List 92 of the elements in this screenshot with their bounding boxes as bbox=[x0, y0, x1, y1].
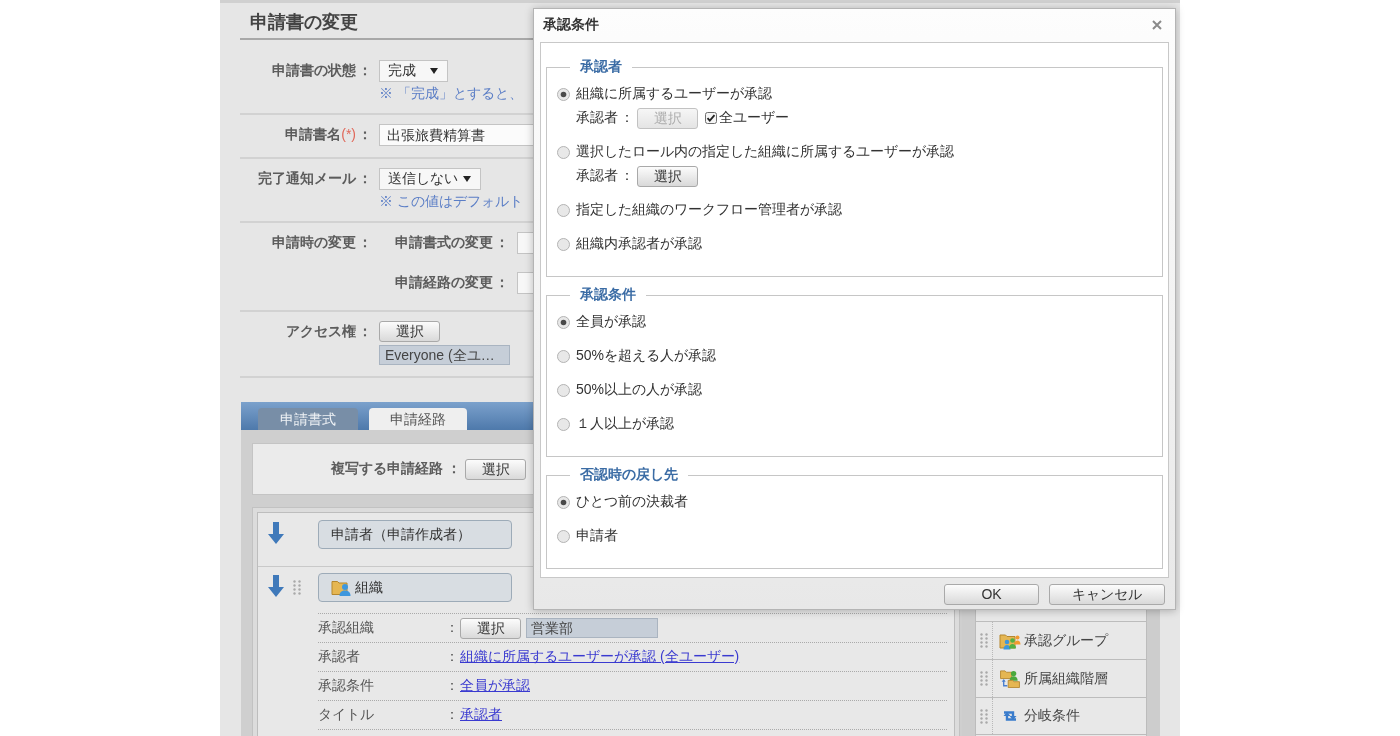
checkbox-label: 全ユーザー bbox=[719, 109, 789, 127]
select-field[interactable] bbox=[517, 272, 533, 294]
radio-button[interactable] bbox=[557, 417, 570, 431]
label-colon: ： bbox=[445, 619, 459, 637]
palette-item[interactable]: 所属組織階層 bbox=[976, 659, 1146, 697]
folder-hierarchy-icon bbox=[999, 669, 1021, 688]
select-button[interactable]: 選択 bbox=[465, 458, 526, 480]
radio-button[interactable] bbox=[557, 383, 570, 397]
note-text: ※ 「完成」とすると、 bbox=[379, 85, 523, 102]
folder-person-icon bbox=[331, 579, 351, 596]
field-label: 完了通知メール bbox=[258, 170, 356, 188]
tab[interactable]: 申請経路 bbox=[369, 408, 467, 430]
page-title: 申請書の変更 bbox=[250, 12, 358, 32]
label-colon: ： bbox=[445, 706, 459, 724]
note-text: ※ この値はデフォルト bbox=[379, 193, 523, 210]
value-field: 営業部 bbox=[526, 618, 658, 638]
radio-button[interactable] bbox=[557, 87, 570, 101]
down-arrow-icon bbox=[268, 575, 284, 597]
radio-button[interactable] bbox=[557, 349, 570, 363]
select-button[interactable]: 選択 bbox=[637, 165, 698, 187]
palette-item[interactable]: 分岐条件 bbox=[976, 697, 1146, 735]
radio-button[interactable] bbox=[557, 315, 570, 329]
radio-button[interactable] bbox=[557, 529, 570, 543]
route-node[interactable]: 申請者（申請作成者） bbox=[318, 520, 512, 549]
drag-handle-icon[interactable] bbox=[293, 580, 301, 595]
select-field[interactable] bbox=[517, 232, 533, 254]
radio-button[interactable] bbox=[557, 203, 570, 217]
detail-label: 承認者 bbox=[318, 648, 361, 666]
option-label: 指定した組織のワークフロー管理者が承認 bbox=[576, 201, 842, 219]
detail-label: 承認組織 bbox=[318, 619, 375, 637]
section-legend: 承認条件 bbox=[570, 287, 646, 303]
option-label: 選択したロール内の指定した組織に所属するユーザーが承認 bbox=[576, 143, 954, 161]
dialog-title: 承認条件 bbox=[543, 16, 599, 34]
palette-item[interactable]: 承認グループ bbox=[976, 621, 1146, 659]
detail-label: タイトル bbox=[318, 706, 375, 724]
label-colon: ： bbox=[620, 109, 634, 127]
caret-icon bbox=[430, 68, 438, 74]
label-colon: ： bbox=[447, 460, 461, 478]
label-colon: ： bbox=[495, 274, 509, 292]
drag-handle-icon[interactable] bbox=[980, 671, 988, 686]
field-label: 申請書の状態 bbox=[272, 62, 356, 80]
option-label: 50%を超える人が承認 bbox=[576, 347, 717, 365]
radio-button[interactable] bbox=[557, 145, 570, 159]
select-button[interactable]: 選択 bbox=[460, 617, 521, 639]
field-label: 申請時の変更 bbox=[272, 234, 356, 252]
section-legend: 否認時の戻し先 bbox=[570, 467, 688, 483]
option-label: 50%以上の人が承認 bbox=[576, 381, 703, 399]
down-arrow-icon bbox=[268, 522, 284, 544]
label-colon: ： bbox=[445, 677, 459, 695]
route-node[interactable]: 組織 bbox=[318, 573, 512, 602]
text-link[interactable]: 全員が承認 bbox=[460, 677, 530, 695]
label-colon: ： bbox=[358, 126, 372, 144]
caret-icon bbox=[463, 176, 471, 182]
label-colon: ： bbox=[358, 170, 372, 188]
option-label: 申請者 bbox=[576, 527, 618, 545]
label-colon: ： bbox=[358, 323, 372, 341]
label-colon: ： bbox=[358, 234, 372, 252]
detail-label: 承認条件 bbox=[318, 677, 375, 695]
label-colon: ： bbox=[620, 167, 634, 185]
field-label: 複写する申請経路 bbox=[331, 460, 443, 478]
option-label: ひとつ前の決裁者 bbox=[576, 493, 688, 511]
drag-handle-icon[interactable] bbox=[980, 708, 988, 724]
field-label: 申請書式の変更 bbox=[395, 234, 493, 252]
select-button[interactable]: 選択 bbox=[379, 321, 440, 342]
option-label: 組織に所属するユーザーが承認 bbox=[576, 85, 772, 103]
dialog-button[interactable]: キャンセル bbox=[1049, 584, 1165, 605]
approver-label: 承認者 bbox=[576, 167, 618, 185]
dialog-button[interactable]: OK bbox=[944, 584, 1039, 605]
radio-button[interactable] bbox=[557, 495, 570, 509]
text-field[interactable]: 出張旅費精算書 bbox=[379, 124, 533, 146]
loop-arrows-icon bbox=[1002, 709, 1018, 723]
section-legend: 承認者 bbox=[570, 59, 632, 75]
checkbox[interactable] bbox=[705, 112, 717, 124]
folder-people-icon bbox=[999, 631, 1021, 650]
select-field[interactable]: 完成 bbox=[379, 60, 448, 82]
text-link[interactable]: 承認者 bbox=[460, 706, 502, 724]
label-colon: ： bbox=[358, 62, 372, 80]
field-label: 申請経路の変更 bbox=[395, 274, 493, 292]
close-icon[interactable] bbox=[1152, 20, 1162, 30]
drag-handle-icon[interactable] bbox=[980, 633, 988, 648]
selected-value: Everyone (全ユ… bbox=[379, 345, 510, 365]
field-label: 申請書名(*) bbox=[285, 126, 356, 144]
option-label: 組織内承認者が承認 bbox=[576, 235, 702, 253]
select-field[interactable]: 送信しない bbox=[379, 168, 481, 190]
field-label: アクセス権 bbox=[286, 323, 356, 341]
text-link[interactable]: 組織に所属するユーザーが承認 (全ユーザー) bbox=[460, 648, 740, 666]
radio-button[interactable] bbox=[557, 237, 570, 251]
label-colon: ： bbox=[445, 648, 459, 666]
label-colon: ： bbox=[495, 234, 509, 252]
option-label: 全員が承認 bbox=[576, 313, 646, 331]
option-label: １人以上が承認 bbox=[576, 415, 674, 433]
approver-label: 承認者 bbox=[576, 109, 618, 127]
